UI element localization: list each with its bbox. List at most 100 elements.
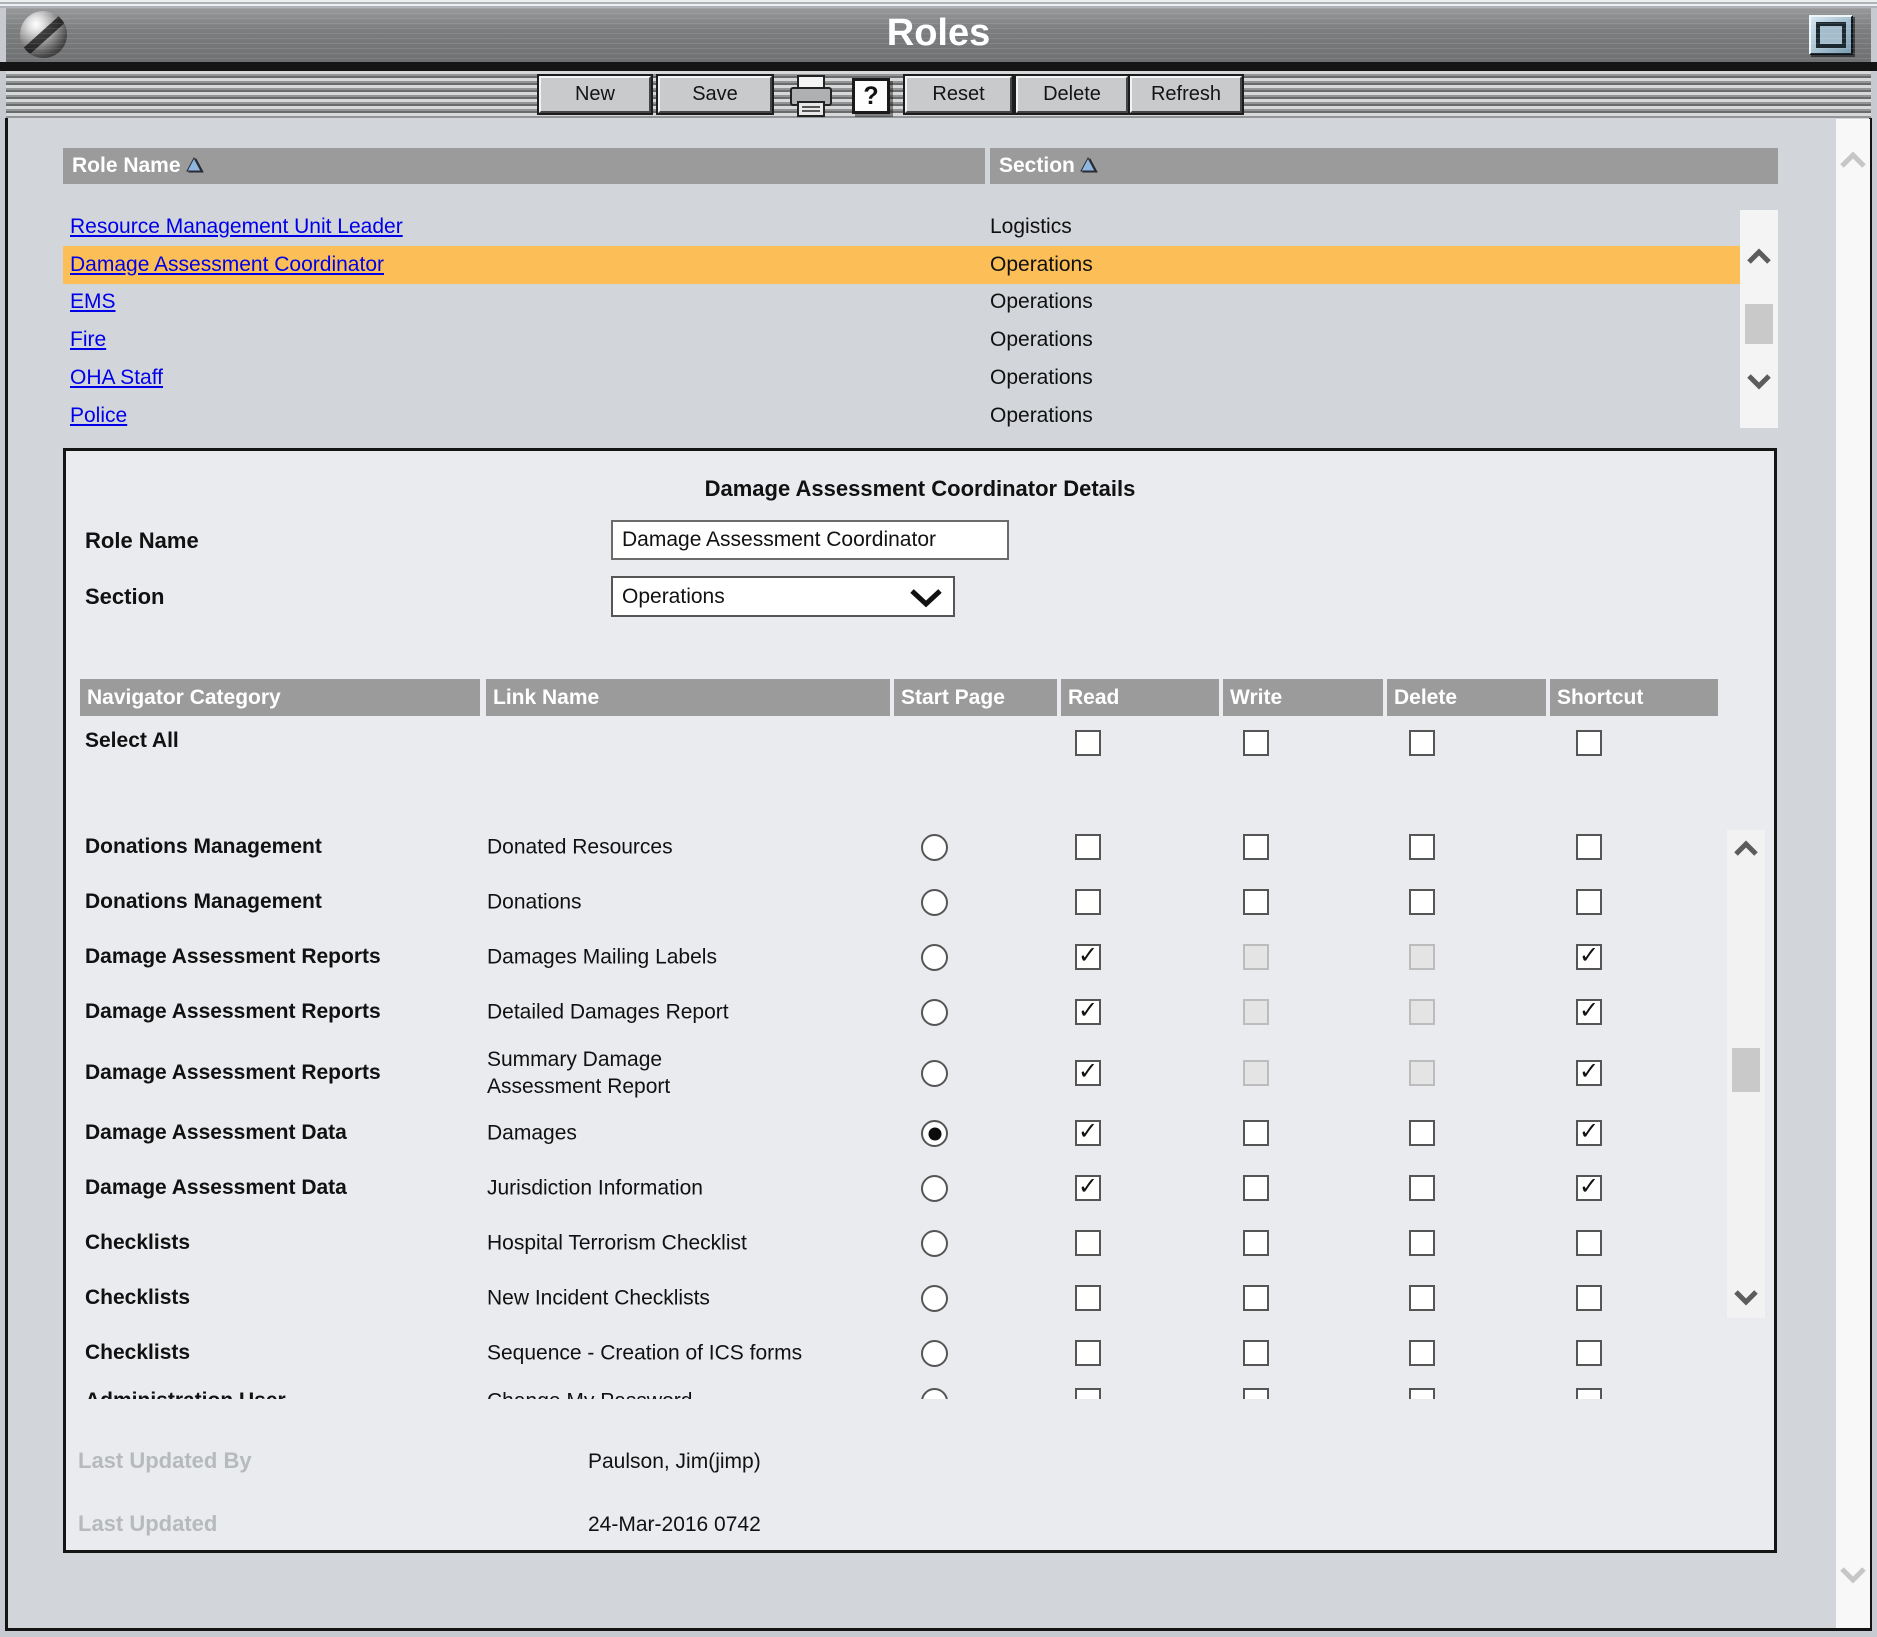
perm-header-read: Read — [1061, 679, 1219, 716]
perm-shortcut-checkbox[interactable] — [1576, 944, 1602, 970]
navigator-category-cell: Checklists — [85, 1286, 190, 1310]
role-link[interactable]: Police — [70, 404, 127, 428]
perm-delete-checkbox[interactable] — [1409, 889, 1435, 915]
link-name-cell: Hospital Terrorism Checklist — [487, 1230, 917, 1257]
perm-read-checkbox[interactable] — [1075, 1388, 1101, 1399]
perm-shortcut-checkbox[interactable] — [1576, 1285, 1602, 1311]
role-link[interactable]: Fire — [70, 328, 106, 352]
select-all-shortcut-checkbox[interactable] — [1576, 730, 1602, 756]
perm-write-checkbox[interactable] — [1243, 1285, 1269, 1311]
perm-read-checkbox[interactable] — [1075, 1230, 1101, 1256]
navigator-category-cell: Donations Management — [85, 890, 322, 914]
start-page-radio[interactable] — [921, 834, 948, 861]
perm-shortcut-checkbox[interactable] — [1576, 1388, 1602, 1399]
perm-write-checkbox[interactable] — [1243, 1340, 1269, 1366]
start-page-radio[interactable] — [921, 1060, 948, 1087]
perm-shortcut-checkbox[interactable] — [1576, 1120, 1602, 1146]
save-button[interactable]: Save — [658, 76, 772, 113]
perm-write-checkbox[interactable] — [1243, 889, 1269, 915]
perm-write-checkbox[interactable] — [1243, 1175, 1269, 1201]
perm-delete-checkbox[interactable] — [1409, 1230, 1435, 1256]
select-all-delete-checkbox[interactable] — [1409, 730, 1435, 756]
role-section-cell: Operations — [990, 366, 1093, 390]
perm-delete-checkbox[interactable] — [1409, 1388, 1435, 1399]
select-all-write-checkbox[interactable] — [1243, 730, 1269, 756]
navigator-category-cell: Damage Assessment Data — [85, 1121, 347, 1145]
link-name-cell: Change My Password — [487, 1388, 917, 1400]
perm-read-checkbox[interactable] — [1075, 1285, 1101, 1311]
maximize-icon — [1816, 22, 1846, 48]
start-page-radio[interactable] — [921, 944, 948, 971]
permission-row: Donations ManagementDonated Resources — [63, 820, 1725, 874]
delete-button[interactable]: Delete — [1016, 76, 1128, 113]
perm-read-checkbox[interactable] — [1075, 1120, 1101, 1146]
perm-write-checkbox[interactable] — [1243, 1230, 1269, 1256]
reset-button[interactable]: Reset — [905, 76, 1012, 113]
perm-shortcut-checkbox[interactable] — [1576, 1060, 1602, 1086]
perm-shortcut-checkbox[interactable] — [1576, 1175, 1602, 1201]
perm-shortcut-checkbox[interactable] — [1576, 1230, 1602, 1256]
perm-read-checkbox[interactable] — [1075, 1175, 1101, 1201]
perm-read-checkbox[interactable] — [1075, 1340, 1101, 1366]
role-link[interactable]: Damage Assessment Coordinator — [70, 253, 384, 277]
refresh-button[interactable]: Refresh — [1130, 76, 1242, 113]
role-link[interactable]: EMS — [70, 290, 116, 314]
perm-read-checkbox[interactable] — [1075, 944, 1101, 970]
perm-delete-checkbox[interactable] — [1409, 834, 1435, 860]
scroll-down-icon[interactable] — [1745, 373, 1773, 390]
start-page-radio[interactable] — [921, 1175, 948, 1202]
permission-row: Damage Assessment DataJurisdiction Infor… — [63, 1161, 1725, 1215]
scroll-up-icon[interactable] — [1838, 151, 1868, 169]
role-section-cell: Operations — [990, 290, 1093, 314]
help-icon[interactable]: ? — [852, 78, 890, 114]
permission-row: Donations ManagementDonations — [63, 875, 1725, 929]
scroll-up-icon[interactable] — [1745, 248, 1773, 265]
column-header-role-name[interactable]: Role Name — [63, 148, 985, 184]
perm-shortcut-checkbox[interactable] — [1576, 1340, 1602, 1366]
start-page-radio[interactable] — [921, 1388, 948, 1399]
roles-list-scrollbar[interactable] — [1740, 210, 1778, 428]
select-all-read-checkbox[interactable] — [1075, 730, 1101, 756]
last-updated-label: Last Updated — [78, 1511, 217, 1537]
perm-write-checkbox[interactable] — [1243, 834, 1269, 860]
perm-read-checkbox[interactable] — [1075, 834, 1101, 860]
page-scrollbar[interactable] — [1836, 119, 1870, 1628]
column-header-section[interactable]: Section — [990, 148, 1778, 184]
navigator-category-cell: Damage Assessment Data — [85, 1176, 347, 1200]
perm-delete-checkbox[interactable] — [1409, 1340, 1435, 1366]
start-page-radio[interactable] — [921, 999, 948, 1026]
perm-shortcut-checkbox[interactable] — [1576, 889, 1602, 915]
scroll-down-icon[interactable] — [1732, 1289, 1760, 1306]
last-updated-by-label: Last Updated By — [78, 1448, 252, 1474]
scrollbar-thumb[interactable] — [1745, 304, 1773, 344]
role-link[interactable]: Resource Management Unit Leader — [70, 215, 403, 239]
start-page-radio[interactable] — [921, 1230, 948, 1257]
start-page-radio[interactable] — [921, 1340, 948, 1367]
link-name-cell: Damages Mailing Labels — [487, 944, 917, 971]
perm-write-checkbox[interactable] — [1243, 1120, 1269, 1146]
role-name-input[interactable] — [611, 520, 1009, 560]
perm-header-link-name: Link Name — [486, 679, 890, 716]
perm-read-checkbox[interactable] — [1075, 889, 1101, 915]
perm-shortcut-checkbox[interactable] — [1576, 999, 1602, 1025]
toolbar: NewSave? ResetDeleteRefresh — [6, 71, 1871, 118]
perm-shortcut-checkbox[interactable] — [1576, 834, 1602, 860]
perm-delete-checkbox[interactable] — [1409, 1120, 1435, 1146]
perm-delete-checkbox[interactable] — [1409, 1285, 1435, 1311]
start-page-radio[interactable] — [921, 889, 948, 916]
perm-read-checkbox[interactable] — [1075, 999, 1101, 1025]
perm-write-checkbox[interactable] — [1243, 1388, 1269, 1399]
section-select[interactable]: Operations — [611, 576, 955, 617]
perm-read-checkbox[interactable] — [1075, 1060, 1101, 1086]
perm-delete-checkbox[interactable] — [1409, 1175, 1435, 1201]
scroll-down-icon[interactable] — [1838, 1566, 1868, 1584]
role-link[interactable]: OHA Staff — [70, 366, 163, 390]
scroll-up-icon[interactable] — [1732, 840, 1760, 857]
chevron-down-icon — [909, 588, 943, 608]
start-page-radio[interactable] — [921, 1285, 948, 1312]
maximize-button[interactable] — [1809, 15, 1853, 55]
permissions-scrollbar[interactable] — [1727, 830, 1765, 1318]
start-page-radio[interactable] — [921, 1120, 948, 1147]
scrollbar-thumb[interactable] — [1732, 1048, 1760, 1092]
new-button[interactable]: New — [539, 76, 651, 113]
